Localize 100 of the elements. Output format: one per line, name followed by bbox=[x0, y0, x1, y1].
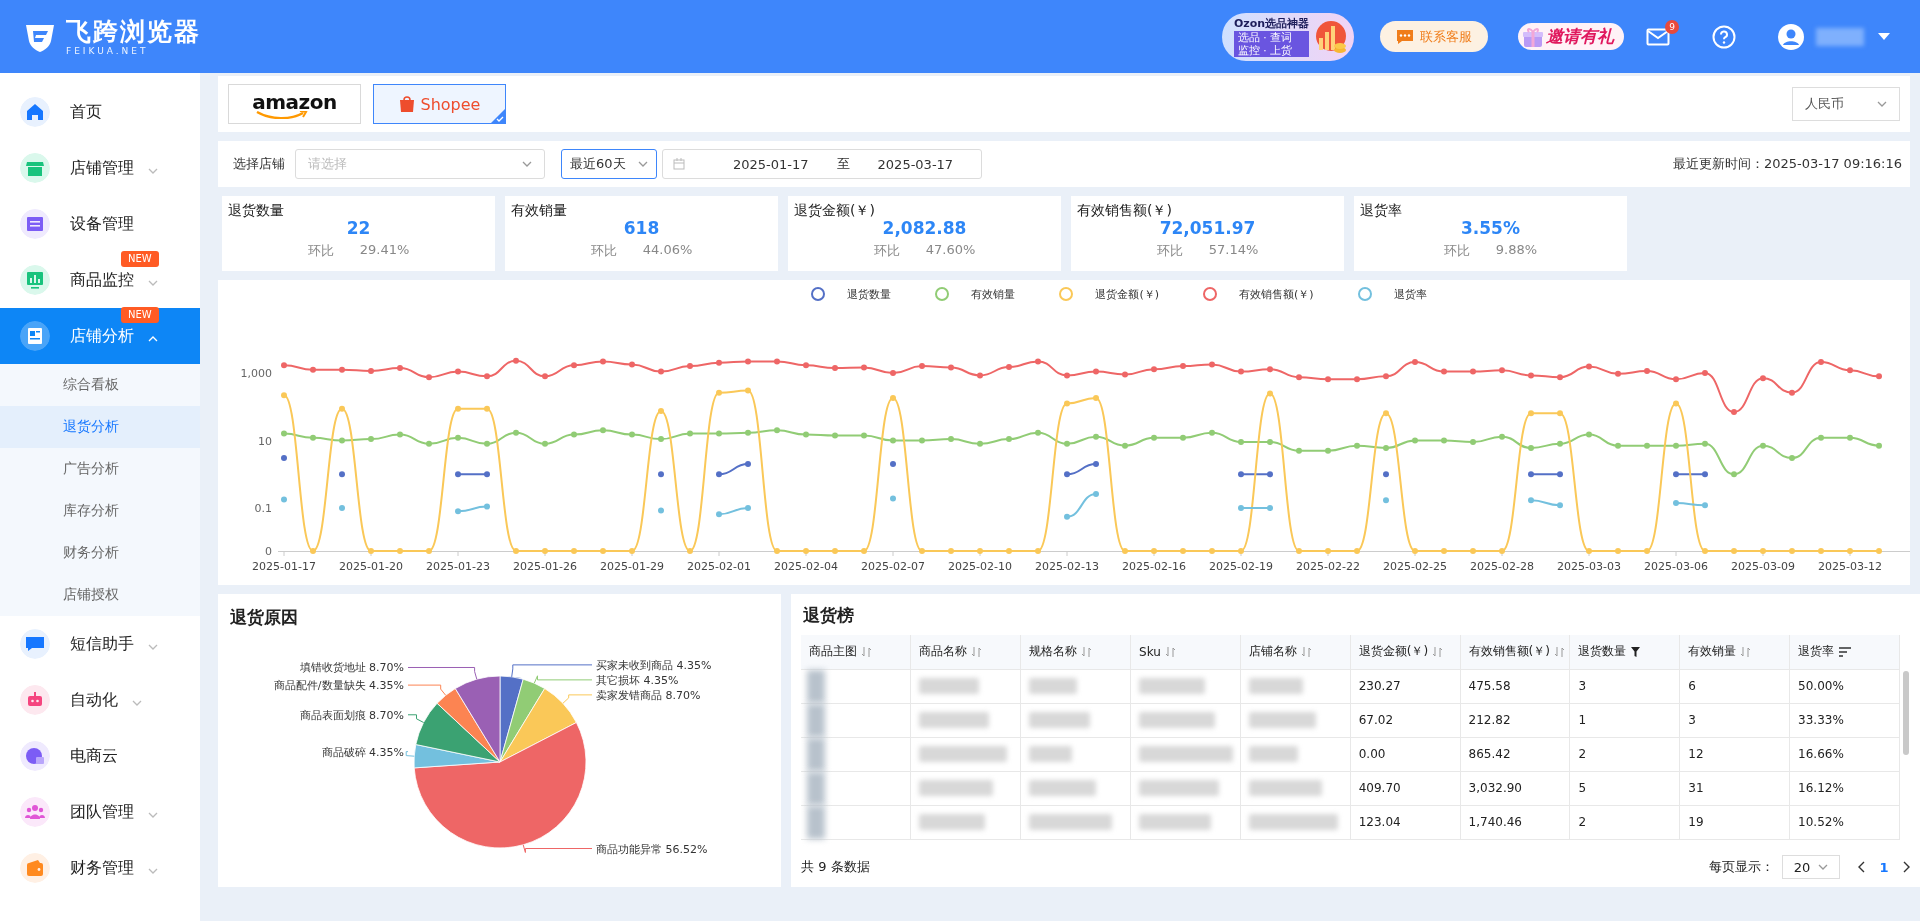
nav-item[interactable]: 店铺管理 bbox=[0, 140, 200, 196]
table-cell: 33.33% bbox=[1789, 703, 1900, 737]
table-cell: 212.82 bbox=[1460, 703, 1570, 737]
nav-item[interactable]: 财务管理 bbox=[0, 840, 200, 896]
submenu-item[interactable]: 广告分析 bbox=[0, 448, 200, 490]
kpi-value: 618 bbox=[623, 218, 660, 238]
axis-label: 2025-01-17 bbox=[252, 560, 316, 573]
panel-title: 退货榜 bbox=[803, 604, 855, 627]
panel-title: 退货原因 bbox=[229, 606, 299, 629]
axis-label: 2025-02-04 bbox=[774, 560, 838, 573]
nav-item[interactable]: 电商云 bbox=[0, 728, 200, 784]
legend-item[interactable]: 退货数量 bbox=[811, 286, 892, 302]
page-size-select[interactable]: 20 bbox=[1782, 855, 1840, 880]
table-cell: 2 bbox=[1569, 737, 1680, 771]
table-cell: 12 bbox=[1679, 737, 1790, 771]
compare-label: 环比 bbox=[1443, 242, 1470, 260]
slice-label: 填错收货地址 8.70% bbox=[299, 661, 404, 675]
column-header[interactable]: 退货金额(￥) bbox=[1350, 635, 1461, 669]
column-header[interactable]: 商品名称 bbox=[910, 635, 1021, 669]
submenu-item[interactable]: 店铺授权 bbox=[0, 574, 200, 616]
table-cell: 1 bbox=[1569, 703, 1680, 737]
legend-item[interactable]: 退货率 bbox=[1357, 286, 1427, 302]
invite-link[interactable]: 邀请有礼 bbox=[1518, 23, 1624, 50]
slice-label: 其它损坏 4.35% bbox=[596, 673, 679, 687]
nav-item[interactable]: 短信助手 bbox=[0, 616, 200, 672]
column-header[interactable]: Sku bbox=[1130, 635, 1241, 669]
table-cell: 475.58 bbox=[1460, 669, 1570, 703]
submenu-item[interactable]: 财务分析 bbox=[0, 532, 200, 574]
slice-label: 商品配件/数量缺失 4.35% bbox=[273, 679, 404, 693]
axis-label: 2025-01-23 bbox=[426, 560, 490, 573]
slice-label: 卖家发错商品 8.70% bbox=[596, 688, 701, 702]
kpi-label: 退货率 bbox=[1360, 202, 1403, 220]
legend-item[interactable]: 退货金额(￥) bbox=[1059, 286, 1159, 302]
kpi-value: 2,082.88 bbox=[882, 218, 967, 238]
table-cell: 10.52% bbox=[1789, 805, 1900, 839]
table-cell: 0.00 bbox=[1350, 737, 1461, 771]
platform-tab[interactable]: amazon bbox=[228, 84, 361, 124]
compare-label: 环比 bbox=[307, 242, 334, 260]
axis-label: 0.1 bbox=[254, 502, 272, 515]
last-updated-text: 最近更新时间：2025-03-17 09:16:16 bbox=[1672, 155, 1902, 173]
new-badge: NEW bbox=[121, 251, 159, 267]
table-cell: 409.70 bbox=[1350, 771, 1461, 805]
column-header[interactable]: 规格名称 bbox=[1020, 635, 1131, 669]
axis-label: 2025-02-13 bbox=[1035, 560, 1099, 573]
field-label: 选择店铺 bbox=[233, 155, 285, 173]
column-header[interactable]: 退货数量 bbox=[1569, 635, 1680, 669]
kpi-label: 有效销量 bbox=[511, 202, 568, 220]
nav-item[interactable]: NEW 店铺分析 bbox=[0, 308, 200, 364]
axis-label: 2025-01-26 bbox=[513, 560, 577, 573]
submenu-item[interactable]: 退货分析 bbox=[0, 406, 200, 448]
table-cell: 3 bbox=[1679, 703, 1790, 737]
kpi-value: 3.55% bbox=[1461, 218, 1520, 238]
axis-label: 1,000 bbox=[240, 367, 272, 380]
kpi-value: 72,051.97 bbox=[1159, 218, 1256, 238]
compare-label: 环比 bbox=[1156, 242, 1183, 260]
slice-label: 商品表面划痕 8.70% bbox=[299, 708, 404, 722]
legend-item[interactable]: 有效销量 bbox=[935, 286, 1016, 302]
axis-label: 2025-02-22 bbox=[1296, 560, 1360, 573]
logo-subtitle: FEIKUA.NET bbox=[66, 45, 150, 56]
compare-label: 环比 bbox=[590, 242, 617, 260]
nav-item[interactable]: 团队管理 bbox=[0, 784, 200, 840]
compare-value: 57.14% bbox=[1208, 242, 1259, 259]
date-range-field[interactable]: 2025-01-17 至 2025-03-17 bbox=[662, 149, 982, 179]
axis-label: 0 bbox=[265, 545, 272, 558]
page-button[interactable]: 1 bbox=[1874, 859, 1894, 875]
column-header[interactable]: 退货率 bbox=[1789, 635, 1900, 669]
table-cell: 3 bbox=[1569, 669, 1680, 703]
kpi-label: 有效销售额(￥) bbox=[1077, 202, 1173, 220]
new-badge: NEW bbox=[121, 307, 159, 323]
table-cell: 16.12% bbox=[1789, 771, 1900, 805]
column-header[interactable]: 有效销量 bbox=[1679, 635, 1790, 669]
legend-item[interactable]: 有效销售额(￥) bbox=[1203, 286, 1314, 302]
submenu-item[interactable]: 综合看板 bbox=[0, 364, 200, 406]
column-header[interactable]: 店铺名称 bbox=[1240, 635, 1351, 669]
logo-title: 飞跨浏览器 bbox=[66, 17, 201, 46]
promo-banner[interactable]: Ozon选品神器 选品 · 查词 监控 · 上货 bbox=[1222, 12, 1354, 61]
nav-item[interactable]: 自动化 bbox=[0, 672, 200, 728]
total-count: 共 9 条数据 bbox=[801, 858, 870, 877]
currency-select[interactable]: 人民币 bbox=[1792, 87, 1900, 121]
table-cell: 67.02 bbox=[1350, 703, 1461, 737]
axis-label: 2025-02-01 bbox=[687, 560, 751, 573]
slice-label: 商品破碎 4.35% bbox=[321, 745, 404, 759]
table-cell: 865.42 bbox=[1460, 737, 1570, 771]
axis-label: 2025-02-28 bbox=[1470, 560, 1534, 573]
nav-item[interactable]: 设备管理 bbox=[0, 196, 200, 252]
range-select[interactable]: 最近60天 bbox=[561, 149, 657, 179]
compare-value: 9.88% bbox=[1495, 242, 1538, 259]
axis-label: 2025-02-07 bbox=[861, 560, 925, 573]
column-header[interactable]: 有效销售额(￥) bbox=[1460, 635, 1570, 669]
slice-label: 买家未收到商品 4.35% bbox=[596, 658, 712, 672]
nav-item[interactable]: 首页 bbox=[0, 84, 200, 140]
nav-item[interactable]: NEW 商品监控 bbox=[0, 252, 200, 308]
axis-label: 2025-03-06 bbox=[1644, 560, 1708, 573]
submenu-item[interactable]: 库存分析 bbox=[0, 490, 200, 532]
axis-label: 10 bbox=[258, 434, 272, 448]
column-header[interactable]: 商品主图 bbox=[801, 635, 911, 669]
table-cell: 230.27 bbox=[1350, 669, 1461, 703]
axis-label: 2025-02-16 bbox=[1122, 560, 1186, 573]
compare-value: 44.06% bbox=[642, 242, 693, 259]
axis-label: 2025-02-25 bbox=[1383, 560, 1447, 573]
